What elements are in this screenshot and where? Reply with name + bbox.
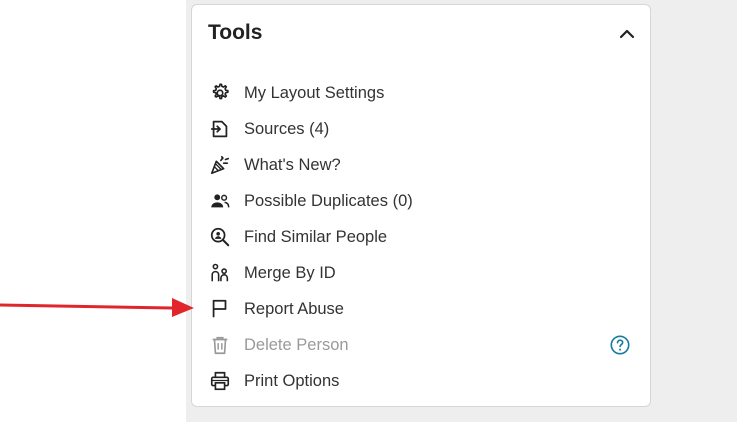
menu-item-label: Possible Duplicates (0) <box>244 191 413 210</box>
menu-item-label: Find Similar People <box>244 227 388 246</box>
family-icon <box>208 261 232 285</box>
chevron-up-icon <box>619 29 635 39</box>
panel-title: Tools <box>208 21 263 44</box>
question-circle-icon[interactable] <box>608 333 632 357</box>
menu-item-whats-new[interactable]: What's New? <box>192 147 650 183</box>
tools-panel-header[interactable]: Tools <box>192 5 650 65</box>
menu-item-report-abuse[interactable]: Report Abuse <box>192 291 650 327</box>
menu-item-label: My Layout Settings <box>244 83 385 102</box>
menu-item-merge-by-id[interactable]: Merge By ID <box>192 255 650 291</box>
red-arrow-icon <box>0 298 194 317</box>
menu-item-label: Merge By ID <box>244 263 336 282</box>
menu-item-possible-duplicates[interactable]: Possible Duplicates (0) <box>192 183 650 219</box>
menu-item-label: Delete Person <box>244 335 349 354</box>
menu-item-find-similar-people[interactable]: Find Similar People <box>192 219 650 255</box>
tools-panel: Tools My Layout Settings Sources (4) Wha… <box>191 4 651 407</box>
menu-item-label: Sources (4) <box>244 119 330 138</box>
flag-icon <box>208 297 232 321</box>
collapse-button[interactable] <box>616 23 638 45</box>
gear-icon <box>208 81 232 105</box>
menu-item-sources[interactable]: Sources (4) <box>192 111 650 147</box>
person-search-icon <box>208 225 232 249</box>
tools-menu: My Layout Settings Sources (4) What's Ne… <box>192 75 650 399</box>
source-document-icon <box>208 117 232 141</box>
menu-item-label: Report Abuse <box>244 299 344 318</box>
trash-icon <box>208 333 232 357</box>
screen: Tools My Layout Settings Sources (4) Wha… <box>0 0 737 422</box>
menu-item-my-layout-settings[interactable]: My Layout Settings <box>192 75 650 111</box>
party-popper-icon <box>208 153 232 177</box>
people-icon <box>208 189 232 213</box>
printer-icon <box>208 369 232 393</box>
menu-item-label: Print Options <box>244 371 340 390</box>
menu-item-label: What's New? <box>244 155 341 174</box>
menu-item-print-options[interactable]: Print Options <box>192 363 650 399</box>
menu-item-delete-person[interactable]: Delete Person <box>192 327 650 363</box>
